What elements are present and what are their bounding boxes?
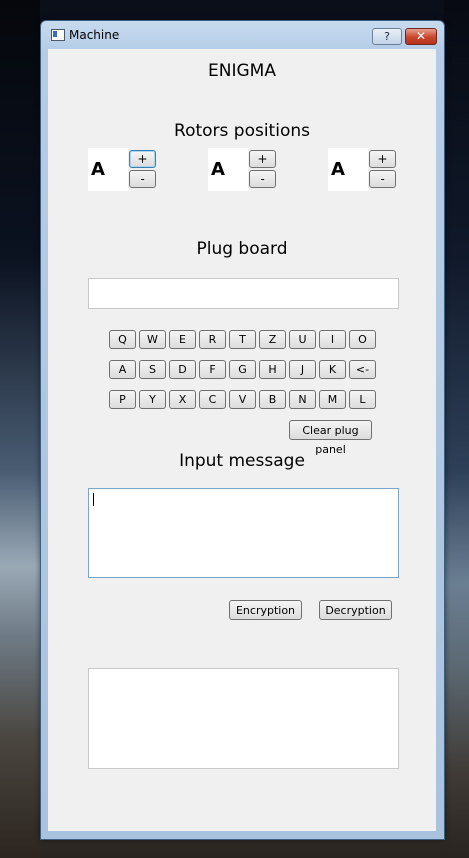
client-area: ENIGMA Rotors positions A + - A + - A + …	[48, 49, 436, 831]
rotor-1-minus-button[interactable]: -	[129, 170, 156, 188]
key-backspace[interactable]: <-	[349, 360, 376, 379]
rotor-2-value: A	[208, 148, 248, 191]
key-q[interactable]: Q	[109, 330, 136, 349]
key-n[interactable]: N	[289, 390, 316, 409]
key-t[interactable]: T	[229, 330, 256, 349]
rotor-2-minus-button[interactable]: -	[249, 170, 276, 188]
key-b[interactable]: B	[259, 390, 286, 409]
key-h[interactable]: H	[259, 360, 286, 379]
key-j[interactable]: J	[289, 360, 316, 379]
rotor-2-plus-button[interactable]: +	[249, 150, 276, 168]
key-i[interactable]: I	[319, 330, 346, 349]
rotor-1-value: A	[88, 148, 128, 191]
title-bar[interactable]: Machine ? ✕	[41, 21, 444, 49]
key-k[interactable]: K	[319, 360, 346, 379]
key-v[interactable]: V	[229, 390, 256, 409]
machine-window: Machine ? ✕ ENIGMA Rotors positions A + …	[40, 20, 445, 840]
key-w[interactable]: W	[139, 330, 166, 349]
key-y[interactable]: Y	[139, 390, 166, 409]
key-f[interactable]: F	[199, 360, 226, 379]
key-r[interactable]: R	[199, 330, 226, 349]
rotor-3-plus-button[interactable]: +	[369, 150, 396, 168]
key-o[interactable]: O	[349, 330, 376, 349]
key-a[interactable]: A	[109, 360, 136, 379]
decryption-button[interactable]: Decryption	[319, 600, 392, 620]
help-button[interactable]: ?	[372, 28, 402, 45]
output-message-field[interactable]	[88, 668, 399, 769]
key-e[interactable]: E	[169, 330, 196, 349]
key-m[interactable]: M	[319, 390, 346, 409]
encryption-button[interactable]: Encryption	[229, 600, 302, 620]
key-c[interactable]: C	[199, 390, 226, 409]
desktop-background-left	[0, 0, 40, 858]
clear-plug-panel-button[interactable]: Clear plug panel	[289, 420, 372, 456]
rotors-title: Rotors positions	[174, 121, 310, 141]
key-x[interactable]: X	[169, 390, 196, 409]
window-app-icon	[51, 29, 65, 41]
input-message-field[interactable]	[88, 488, 399, 578]
close-button[interactable]: ✕	[405, 28, 437, 45]
key-l[interactable]: L	[349, 390, 376, 409]
rotor-3-value: A	[328, 148, 368, 191]
key-d[interactable]: D	[169, 360, 196, 379]
key-z[interactable]: Z	[259, 330, 286, 349]
app-heading: ENIGMA	[208, 61, 276, 81]
key-u[interactable]: U	[289, 330, 316, 349]
rotor-1-plus-button[interactable]: +	[129, 150, 156, 168]
input-message-title: Input message	[179, 451, 305, 471]
window-title: Machine	[69, 28, 120, 42]
plug-board-field[interactable]	[88, 278, 399, 309]
plug-board-title: Plug board	[196, 239, 288, 259]
key-p[interactable]: P	[109, 390, 136, 409]
key-s[interactable]: S	[139, 360, 166, 379]
key-g[interactable]: G	[229, 360, 256, 379]
rotor-3-minus-button[interactable]: -	[369, 170, 396, 188]
text-caret	[93, 493, 94, 506]
desktop-background-right	[444, 0, 469, 858]
